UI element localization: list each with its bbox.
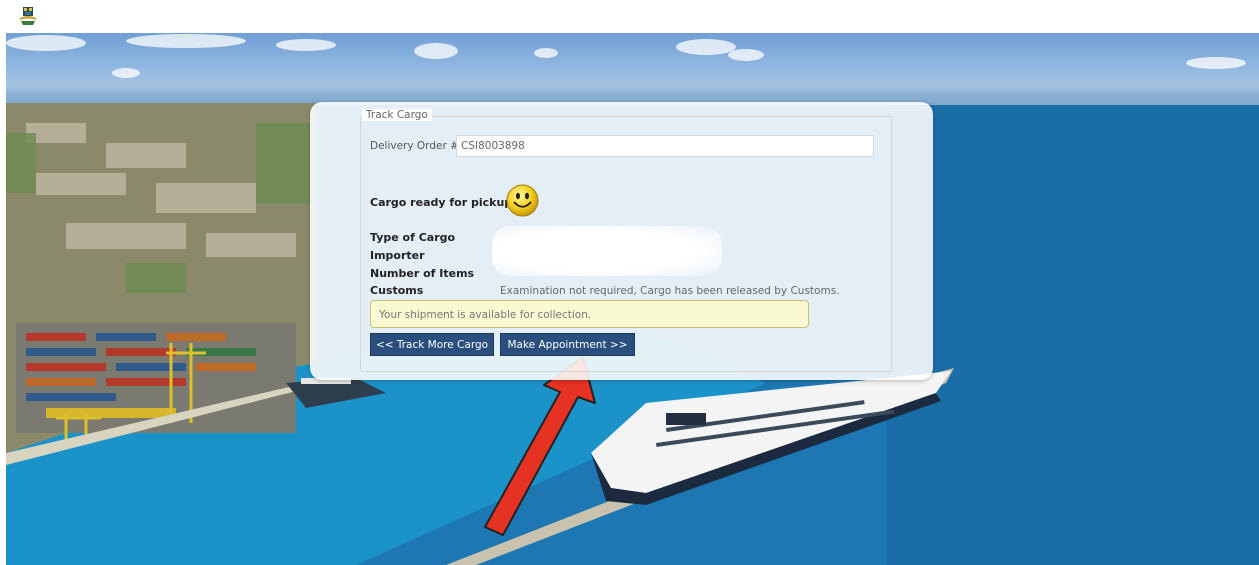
delivery-order-label: Delivery Order # (370, 140, 459, 152)
make-appointment-button[interactable]: Make Appointment >> (500, 333, 635, 356)
cargo-status-text: Cargo ready for pickup. (370, 196, 517, 209)
track-cargo-panel: Track Cargo Delivery Order # Cargo ready… (310, 102, 933, 380)
collection-notice: Your shipment is available for collectio… (370, 300, 809, 328)
track-more-cargo-button[interactable]: << Track More Cargo (370, 333, 494, 356)
number-of-items-label: Number of Items (370, 267, 475, 280)
smiley-face-icon (506, 184, 539, 217)
type-of-cargo-label: Type of Cargo (370, 231, 456, 244)
redacted-values (492, 226, 722, 276)
importer-label: Importer (370, 249, 425, 262)
customs-value: Examination not required, Cargo has been… (500, 285, 840, 297)
delivery-order-input[interactable] (456, 135, 874, 157)
track-cargo-legend: Track Cargo (362, 109, 432, 121)
customs-label: Customs (370, 284, 424, 297)
